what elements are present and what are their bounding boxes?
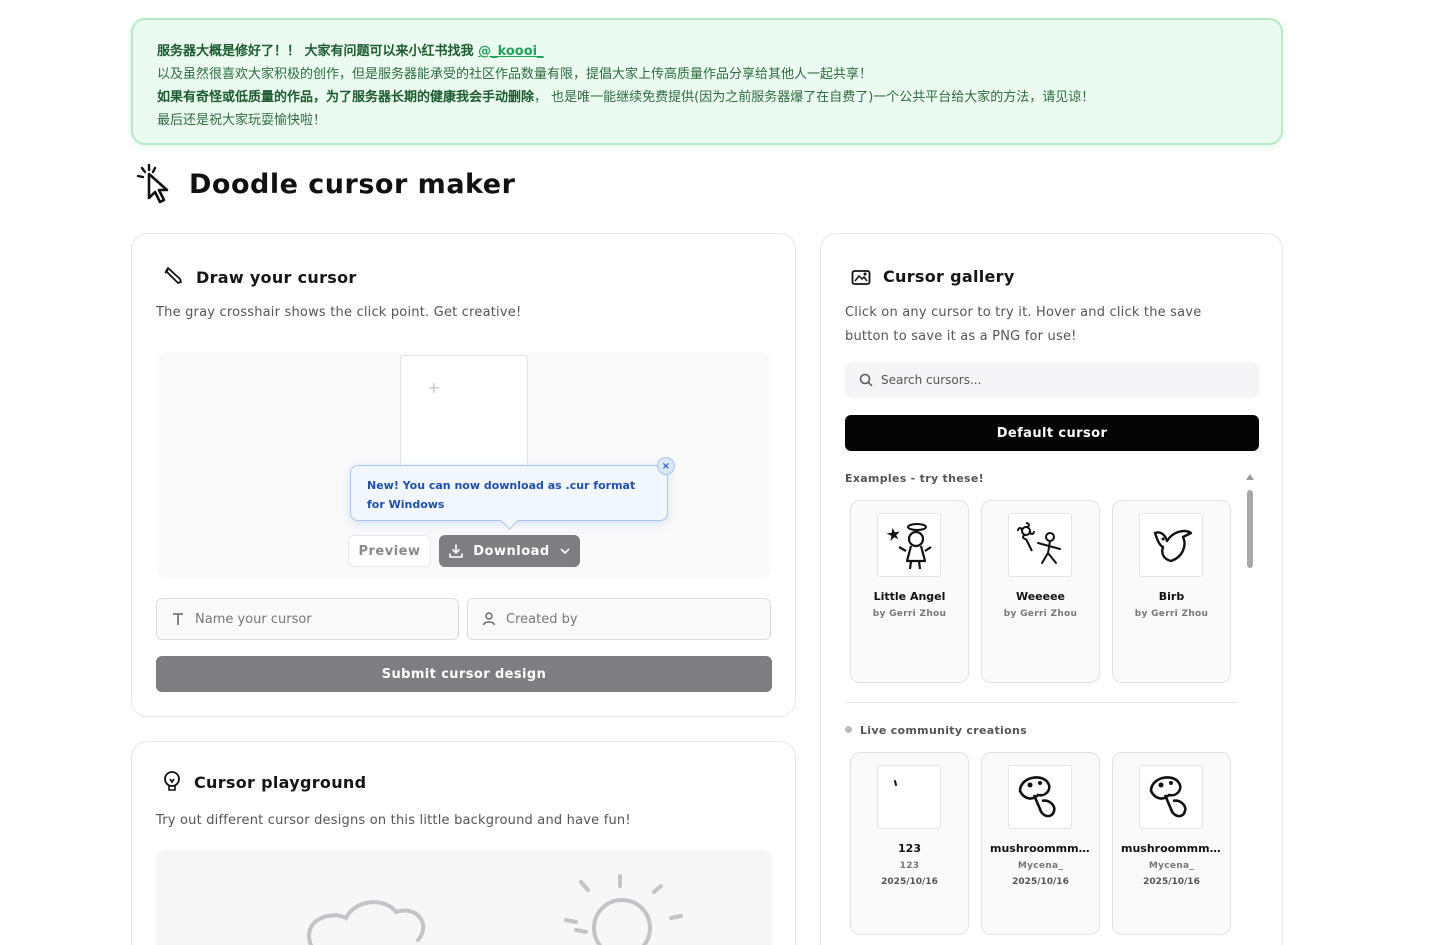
- text-type-icon: [173, 613, 183, 625]
- preview-button[interactable]: Preview: [348, 535, 431, 567]
- example-cursor-tile[interactable]: Little Angel by Gerri Zhou: [850, 500, 969, 683]
- tooltip-text: New! You can now download as .cur format…: [367, 479, 636, 511]
- xiaohongshu-handle-link[interactable]: @_koooi_: [478, 44, 544, 59]
- cursor-author: 123: [899, 861, 920, 871]
- download-label: Download: [473, 543, 550, 559]
- creator-field[interactable]: [467, 598, 771, 640]
- download-icon: [449, 544, 464, 558]
- cursor-name: mushroommm...: [1121, 842, 1223, 855]
- notice-line-2: 以及虽然很喜欢大家积极的创作，但是服务器能承受的社区作品数量有限，提倡大家上传高…: [157, 67, 873, 82]
- pencil-icon: [164, 267, 182, 284]
- hotspot-crosshair-icon: +: [427, 378, 441, 397]
- cursor-author: by Gerri Zhou: [872, 609, 947, 619]
- angel-doodle-icon: [886, 523, 932, 570]
- playground-area[interactable]: [156, 850, 772, 945]
- chevron-down-icon: [560, 548, 570, 555]
- examples-label: Examples - try these!: [845, 472, 984, 485]
- playground-title: Cursor playground: [194, 772, 367, 792]
- notice-line-1-text: 服务器大概是修好了！！ 大家有问题可以来小红书找我: [157, 44, 474, 59]
- cursor-name: 123: [898, 842, 921, 855]
- creator-input[interactable]: [506, 611, 726, 627]
- gallery-header: Cursor gallery: [851, 267, 1015, 286]
- gallery-description: Click on any cursor to try it. Hover and…: [845, 305, 1202, 344]
- notice-line-3-rest: ， 也是唯一能继续免费提供(因为之前服务器爆了在自费了)一个公共平台给大家的方法…: [534, 90, 1095, 105]
- cur-format-tooltip: New! You can now download as .cur format…: [350, 457, 675, 521]
- gallery-divider: [845, 702, 1237, 703]
- cursor-author: by Gerri Zhou: [1134, 609, 1209, 619]
- cursor-name-input[interactable]: [195, 611, 415, 627]
- cursor-thumbnail: [877, 513, 941, 577]
- cursor-thumbnail: [877, 765, 941, 829]
- cursor-name: Weeeee: [1015, 590, 1066, 603]
- cursor-name-field[interactable]: [156, 598, 459, 640]
- bird-doodle-icon: [1153, 529, 1193, 563]
- cursor-author: Mycena_: [1017, 861, 1064, 871]
- notice-line-3: 如果有奇怪或低质量的作品，为了服务器长期的健康我会手动删除， 也是唯一能继续免费…: [157, 86, 1257, 109]
- cursor-thumbnail: [1139, 765, 1203, 829]
- live-creations-text: Live community creations: [860, 724, 1027, 737]
- dot-doodle-icon: [894, 780, 897, 786]
- search-input[interactable]: [881, 373, 1221, 387]
- draw-panel-header: Draw your cursor: [162, 267, 357, 287]
- cloud-doodle-icon: [307, 900, 426, 945]
- cursor-date: 2025/10/16: [1012, 877, 1069, 887]
- notice-line-4: 最后还是祝大家玩耍愉快啦！: [157, 113, 327, 128]
- cursor-name: Little Angel: [873, 590, 946, 603]
- drawing-canvas[interactable]: +: [400, 355, 528, 483]
- cursor-playground-panel: Cursor playground Try out different curs…: [131, 741, 796, 945]
- live-creations-label: Live community creations: [845, 724, 1027, 737]
- app-header: Doodle cursor maker: [133, 162, 515, 206]
- cursor-thumbnail: [1008, 765, 1072, 829]
- playground-background: [307, 874, 683, 945]
- gallery-title: Cursor gallery: [883, 267, 1015, 286]
- default-cursor-button[interactable]: Default cursor: [845, 415, 1259, 451]
- cursor-author: Mycena_: [1148, 861, 1195, 871]
- cursor-click-logo-icon: [136, 163, 169, 204]
- scroll-up-arrow-icon[interactable]: [1246, 474, 1254, 480]
- notice-line-3-bold: 如果有奇怪或低质量的作品，为了服务器长期的健康我会手动删除: [157, 90, 535, 105]
- draw-cursor-panel: Draw your cursor The gray crosshair show…: [131, 233, 796, 717]
- lightbulb-icon: [164, 771, 180, 791]
- cursor-thumbnail: [1008, 513, 1072, 577]
- sun-doodle-icon: [564, 874, 683, 945]
- community-cursor-tile[interactable]: mushroommm... Mycena_ 2025/10/16: [1112, 752, 1231, 935]
- announcement-banner: 服务器大概是修好了！！ 大家有问题可以来小红书找我 @_koooi_ 以及虽然很…: [131, 18, 1283, 145]
- example-cursor-tile[interactable]: Weeeee by Gerri Zhou: [981, 500, 1100, 683]
- community-cursor-tile[interactable]: 123 123 2025/10/16: [850, 752, 969, 935]
- user-icon: [482, 612, 496, 626]
- search-icon: [859, 373, 873, 387]
- mushroom-doodle-icon: [1018, 776, 1056, 818]
- cursor-name: Birb: [1158, 590, 1185, 603]
- playground-header: Cursor playground: [162, 771, 366, 793]
- live-indicator-icon: [845, 726, 852, 733]
- example-cursor-tile[interactable]: Birb by Gerri Zhou: [1112, 500, 1231, 683]
- download-button[interactable]: Download: [439, 535, 580, 567]
- search-cursors-field[interactable]: [845, 362, 1259, 398]
- draw-panel-title: Draw your cursor: [196, 267, 357, 287]
- community-cursor-tile[interactable]: mushroommm... Mycena_ 2025/10/16: [981, 752, 1100, 935]
- cursor-name: mushroommm...: [990, 842, 1092, 855]
- mushroom-doodle-icon: [1149, 776, 1187, 818]
- drawing-area: + New! You can now download as .cur form…: [156, 352, 772, 578]
- cursor-thumbnail: [1139, 513, 1203, 577]
- tooltip-close-button[interactable]: ×: [657, 457, 675, 475]
- gallery-image-icon: [851, 269, 871, 285]
- cursor-date: 2025/10/16: [881, 877, 938, 887]
- cursor-author: by Gerri Zhou: [1003, 609, 1078, 619]
- playground-description: Try out different cursor designs on this…: [156, 813, 631, 828]
- flower-stickman-doodle-icon: [1017, 522, 1061, 564]
- cursor-gallery-panel: Cursor gallery Click on any cursor to tr…: [820, 233, 1283, 945]
- app-title: Doodle cursor maker: [189, 168, 516, 200]
- submit-cursor-button[interactable]: Submit cursor design: [156, 656, 772, 692]
- gallery-scrollbar[interactable]: [1246, 474, 1256, 574]
- cursor-date: 2025/10/16: [1143, 877, 1200, 887]
- scrollbar-thumb[interactable]: [1247, 490, 1253, 568]
- notice-line-1: 服务器大概是修好了！！ 大家有问题可以来小红书找我 @_koooi_: [157, 40, 1257, 63]
- draw-panel-description: The gray crosshair shows the click point…: [156, 305, 522, 320]
